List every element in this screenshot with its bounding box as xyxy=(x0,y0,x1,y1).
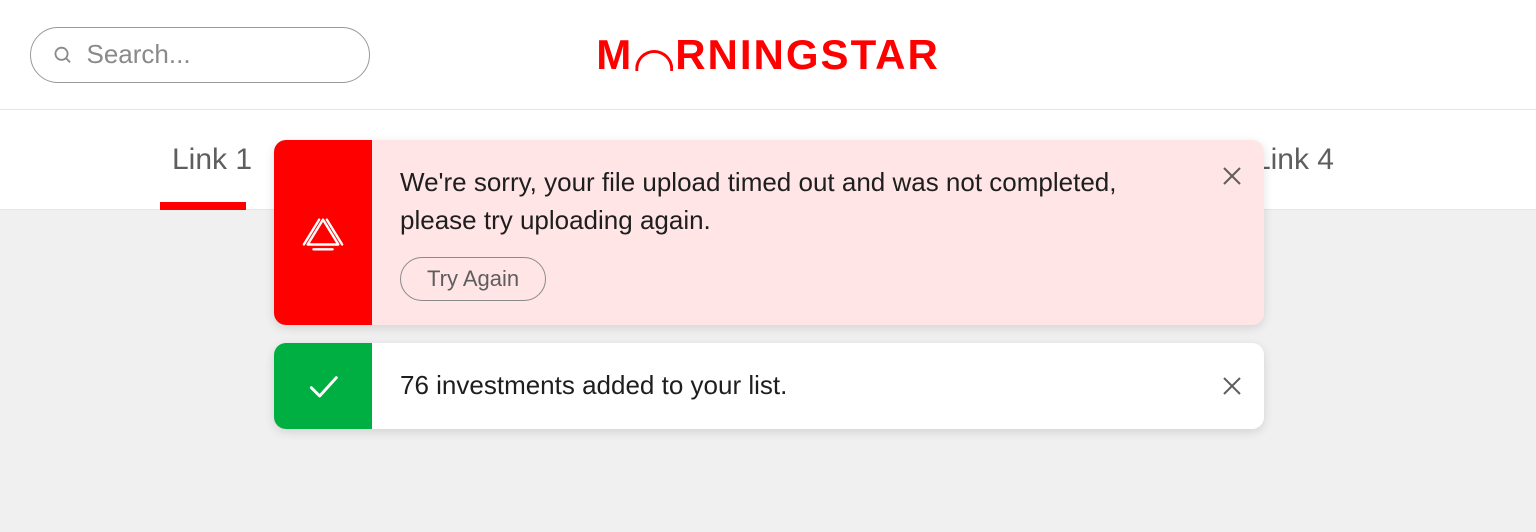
logo-arc-icon xyxy=(635,50,673,71)
check-icon xyxy=(303,366,343,406)
search-icon xyxy=(53,44,73,66)
logo-text-left: M xyxy=(596,31,633,79)
notification-error-body: We're sorry, your file upload timed out … xyxy=(372,140,1200,325)
nav-link-1[interactable]: Link 1 xyxy=(160,110,264,209)
app-header: M RNINGSTAR xyxy=(0,0,1536,110)
success-message: 76 investments added to your list. xyxy=(400,367,1172,405)
try-again-button[interactable]: Try Again xyxy=(400,257,546,301)
notification-success: 76 investments added to your list. xyxy=(274,343,1264,429)
error-message: We're sorry, your file upload timed out … xyxy=(400,164,1172,239)
content-area: We're sorry, your file upload timed out … xyxy=(0,210,1536,532)
close-success-button[interactable] xyxy=(1200,343,1264,429)
error-strip xyxy=(274,140,372,325)
notification-success-body: 76 investments added to your list. xyxy=(372,343,1200,429)
alert-triangle-icon xyxy=(300,210,346,256)
logo-text-right: RNINGSTAR xyxy=(675,31,940,79)
close-error-button[interactable] xyxy=(1200,140,1264,325)
close-icon xyxy=(1220,164,1244,188)
notification-error: We're sorry, your file upload timed out … xyxy=(274,140,1264,325)
success-strip xyxy=(274,343,372,429)
notification-stack: We're sorry, your file upload timed out … xyxy=(274,140,1264,429)
brand-logo: M RNINGSTAR xyxy=(596,31,940,79)
search-field[interactable] xyxy=(30,27,370,83)
search-input[interactable] xyxy=(87,39,348,70)
close-icon xyxy=(1220,374,1244,398)
